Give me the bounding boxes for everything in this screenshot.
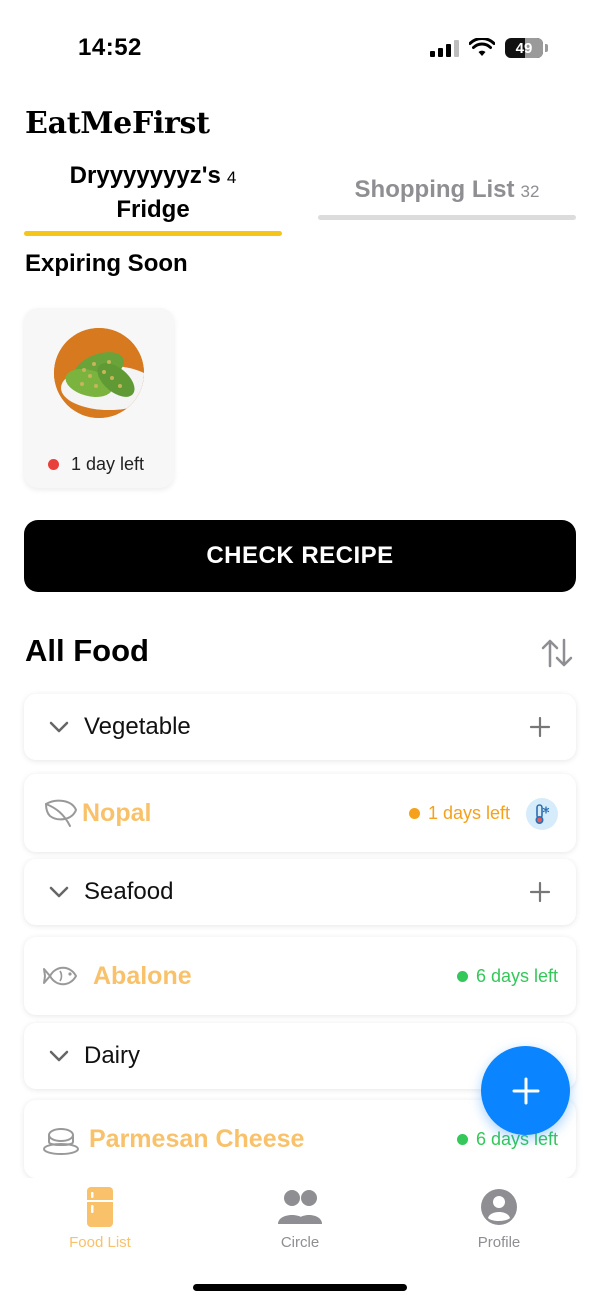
tabbar-item-food-list[interactable]: Food List bbox=[40, 1186, 160, 1251]
chevron-down-icon bbox=[49, 721, 69, 733]
cellular-signal-icon bbox=[430, 39, 459, 57]
fish-icon bbox=[43, 966, 77, 986]
category-label: Seafood bbox=[84, 878, 174, 905]
food-item-status: 1 days left bbox=[408, 774, 510, 852]
category-label: Dairy bbox=[84, 1042, 141, 1069]
tabbar-label: Circle bbox=[280, 1234, 320, 1251]
all-food-heading: All Food bbox=[25, 633, 149, 668]
sort-icon[interactable] bbox=[540, 636, 574, 670]
status-dot bbox=[456, 1133, 468, 1145]
status-bar: 14:52 49 bbox=[0, 0, 600, 96]
food-item-status: 6 days left bbox=[456, 937, 558, 1015]
tab-shopping-underline bbox=[318, 215, 576, 220]
check-recipe-button[interactable]: CHECK RECIPE bbox=[24, 520, 576, 592]
app-title: EatMeFirst bbox=[25, 106, 210, 141]
chevron-down-icon bbox=[49, 886, 69, 898]
chevron-down-icon bbox=[49, 1050, 69, 1062]
category-label: Vegetable bbox=[84, 713, 191, 740]
wifi-icon bbox=[469, 38, 495, 56]
status-time: 14:52 bbox=[78, 34, 142, 61]
status-dot bbox=[408, 807, 420, 819]
people-icon bbox=[278, 1190, 322, 1224]
food-item-row[interactable]: Nopal 1 days left bbox=[24, 774, 576, 852]
tab-shopping-count: 32 bbox=[520, 182, 540, 201]
cheese-icon bbox=[43, 1128, 79, 1155]
expiring-soon-heading: Expiring Soon bbox=[25, 250, 188, 277]
tabbar-label: Profile bbox=[477, 1234, 521, 1251]
battery-level: 49 bbox=[515, 39, 533, 57]
tab-shopping-label: Shopping List bbox=[354, 176, 515, 203]
add-icon[interactable] bbox=[528, 715, 552, 739]
home-indicator bbox=[193, 1284, 407, 1291]
battery-icon: 49 bbox=[505, 38, 543, 58]
card-status: 1 day left bbox=[48, 454, 144, 475]
food-item-name: Abalone bbox=[93, 962, 192, 990]
leaf-icon bbox=[45, 799, 77, 827]
tab-fridge-underline bbox=[24, 231, 282, 236]
plus-icon bbox=[512, 1077, 539, 1104]
food-photo bbox=[54, 328, 144, 418]
food-item-name: Parmesan Cheese bbox=[89, 1125, 305, 1153]
tab-fridge-label: Dryyyyyyyz's bbox=[69, 162, 221, 189]
status-dot bbox=[456, 970, 468, 982]
tab-shopping-list[interactable]: Shopping List 32 bbox=[318, 176, 576, 204]
card-status-text: 1 day left bbox=[71, 454, 145, 474]
status-dot bbox=[48, 459, 59, 470]
food-item-name: Nopal bbox=[82, 799, 152, 827]
freezer-thermometer-icon bbox=[526, 798, 558, 830]
tab-fridge-label-line2: Fridge bbox=[116, 196, 190, 223]
category-row-seafood[interactable]: Seafood bbox=[24, 859, 576, 925]
fridge-icon bbox=[87, 1187, 113, 1227]
tab-fridge[interactable]: Dryyyyyyyz's 4 Fridge bbox=[24, 160, 282, 226]
tabbar-item-profile[interactable]: Profile bbox=[439, 1186, 559, 1251]
category-row-vegetable[interactable]: Vegetable bbox=[24, 694, 576, 760]
add-icon[interactable] bbox=[528, 880, 552, 904]
person-icon bbox=[481, 1189, 517, 1225]
food-item-status-text: 1 days left bbox=[427, 803, 510, 823]
food-item-status-text: 6 days left bbox=[475, 966, 558, 986]
add-food-button[interactable] bbox=[481, 1046, 570, 1135]
food-item-row[interactable]: Abalone 6 days left bbox=[24, 937, 576, 1015]
status-icons: 49 bbox=[430, 38, 548, 58]
tab-fridge-count: 4 bbox=[226, 168, 237, 187]
tabbar-item-circle[interactable]: Circle bbox=[240, 1186, 360, 1251]
tabbar-label: Food List bbox=[69, 1234, 131, 1251]
expiring-card[interactable]: 1 day left bbox=[24, 308, 174, 488]
